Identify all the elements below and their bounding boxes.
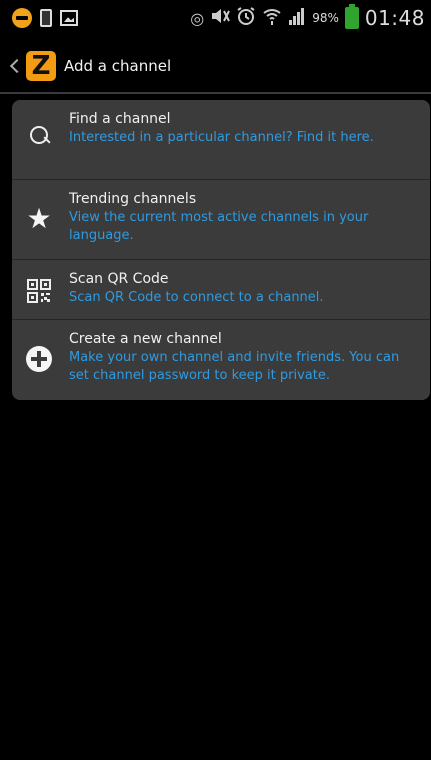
image-icon bbox=[60, 10, 78, 26]
item-title: Scan QR Code bbox=[69, 271, 169, 287]
signal-icon bbox=[288, 6, 306, 30]
item-description: Interested in a particular channel? Find… bbox=[69, 130, 374, 145]
battery-percent: 98% bbox=[312, 11, 339, 25]
battery-icon bbox=[344, 4, 359, 29]
status-left-icons bbox=[12, 8, 78, 28]
item-title: Trending channels bbox=[69, 191, 197, 207]
plus-circle-icon bbox=[22, 342, 56, 376]
wifi-icon bbox=[262, 6, 282, 30]
list-item-find-channel[interactable]: Find a channel Interested in a particula… bbox=[12, 100, 430, 180]
mute-icon bbox=[210, 7, 231, 29]
eye-icon: ◎ bbox=[190, 8, 205, 28]
alarm-icon bbox=[236, 6, 256, 30]
status-right-icons: ◎ 98% 01:48 bbox=[190, 4, 425, 30]
item-title: Find a channel bbox=[69, 111, 171, 127]
item-title: Create a new channel bbox=[69, 331, 222, 347]
minus-badge-icon bbox=[12, 8, 32, 28]
channel-options-card: Find a channel Interested in a particula… bbox=[12, 100, 430, 400]
status-bar: ◎ 98% 01:48 bbox=[0, 0, 431, 36]
app-logo[interactable]: Z bbox=[26, 51, 56, 81]
page-title: Add a channel bbox=[64, 57, 172, 75]
clock: 01:48 bbox=[364, 6, 425, 30]
list-item-create-channel[interactable]: Create a new channel Make your own chann… bbox=[12, 320, 430, 400]
list-item-trending-channels[interactable]: ★ Trending channels View the current mos… bbox=[12, 180, 430, 260]
action-bar: Z Add a channel bbox=[0, 40, 431, 94]
item-description: View the current most active channels in… bbox=[69, 210, 369, 243]
search-icon bbox=[22, 120, 56, 154]
qr-code-icon bbox=[22, 274, 56, 308]
item-description: Make your own channel and invite friends… bbox=[69, 350, 400, 383]
list-item-scan-qr[interactable]: Scan QR Code Scan QR Code to connect to … bbox=[12, 260, 430, 320]
back-chevron-icon[interactable] bbox=[10, 58, 20, 74]
sim-icon bbox=[40, 9, 52, 27]
item-description: Scan QR Code to connect to a channel. bbox=[69, 290, 324, 305]
star-icon: ★ bbox=[26, 202, 52, 235]
